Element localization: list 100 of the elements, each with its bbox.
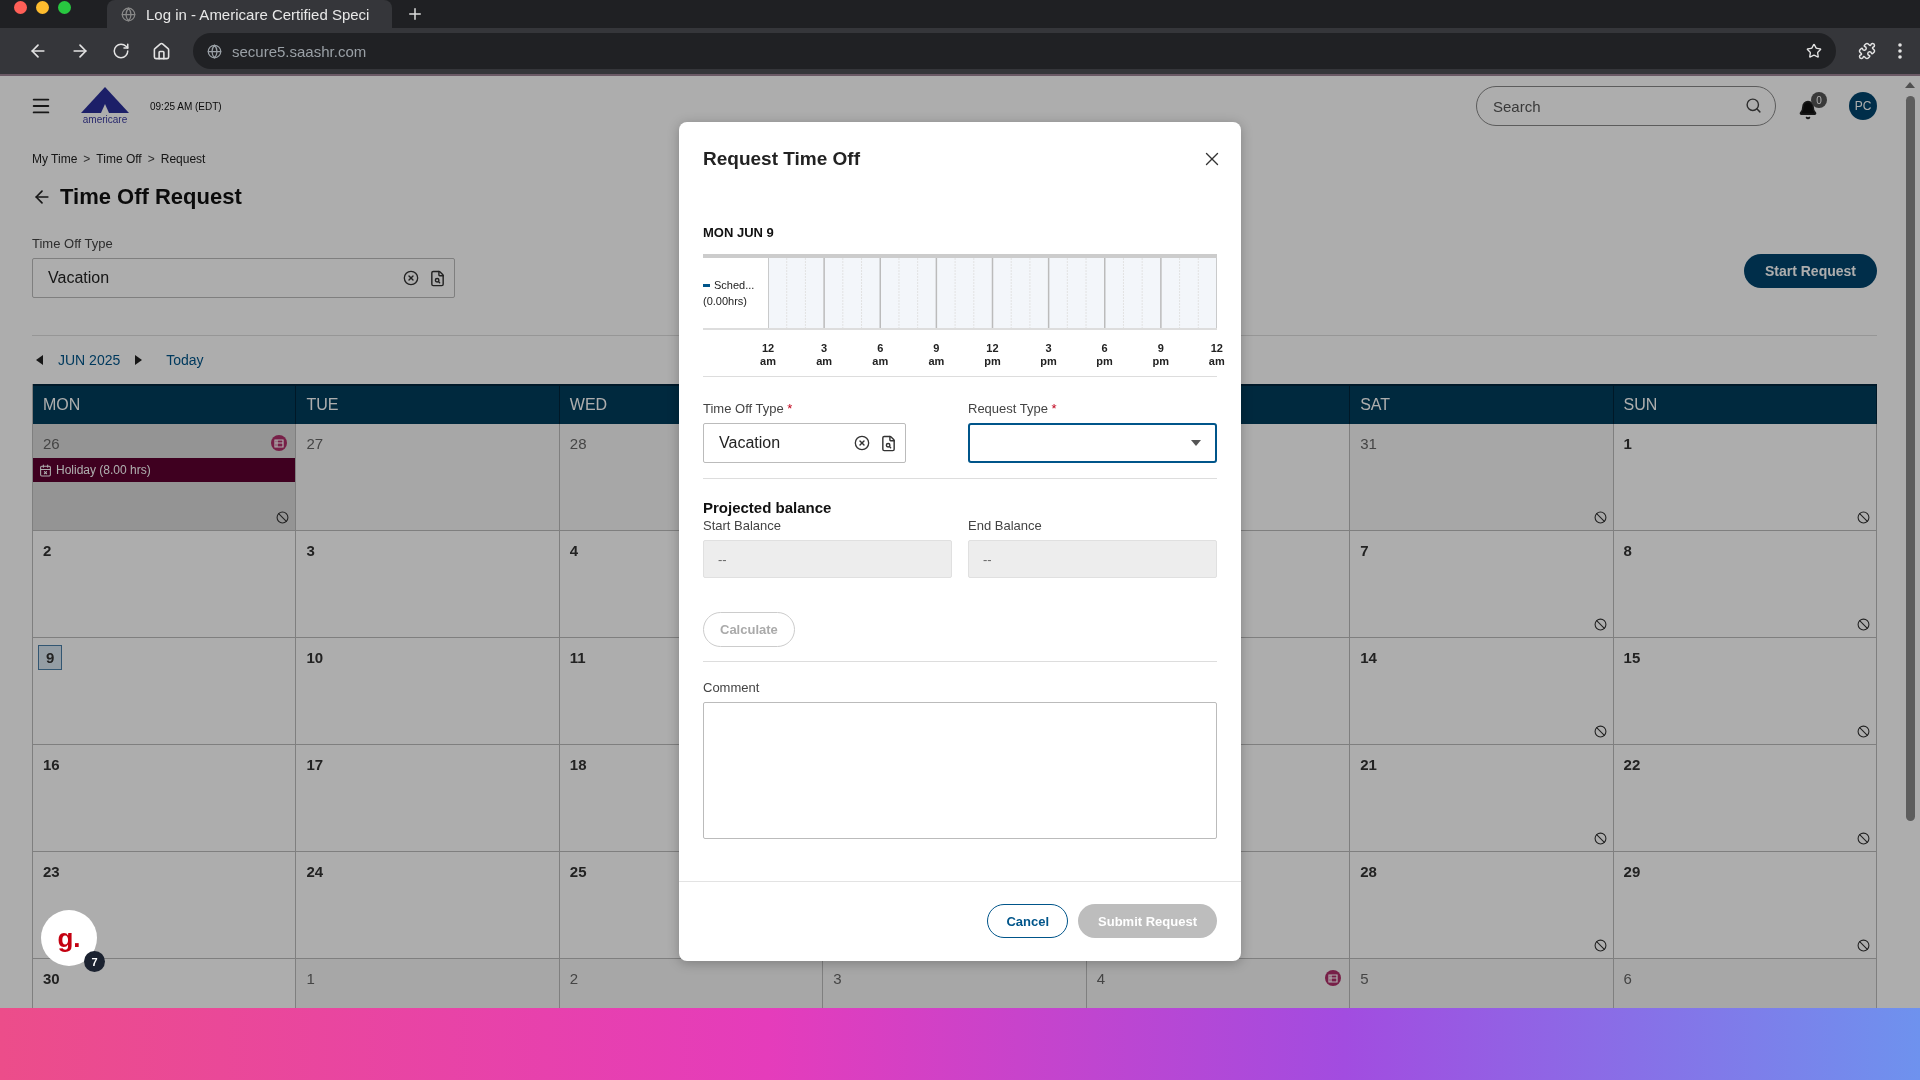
field-label: Request Type * (968, 401, 1058, 416)
time-tick-label: 9 am (927, 342, 946, 368)
close-window-button[interactable] (14, 0, 27, 14)
day-number: 30 (43, 969, 60, 987)
time-tick-label: 12 am (1207, 342, 1226, 368)
globe-icon (207, 43, 222, 59)
clear-icon[interactable] (854, 435, 870, 451)
day-number: 18 (569, 755, 587, 773)
day-number: 31 (1360, 434, 1377, 452)
bell-icon (1798, 100, 1818, 120)
day-number: 5 (1360, 969, 1369, 987)
search-icon[interactable] (1745, 97, 1762, 114)
breadcrumb-separator: > (147, 152, 155, 166)
day-number: 2 (569, 969, 579, 987)
date-heading: MON JUN 9 (703, 225, 775, 240)
next-month-button[interactable] (134, 355, 143, 365)
time-tick-label: 12 pm (983, 342, 1002, 368)
day-number: 26 (43, 434, 60, 452)
end-balance-field: -- (968, 540, 1217, 578)
start-balance-field: -- (703, 540, 952, 578)
legend-swatch-icon (703, 283, 710, 287)
weekday-label: MON (43, 396, 81, 414)
event-bar[interactable]: Holiday (8.00 hrs) (33, 458, 296, 482)
reload-icon (112, 42, 130, 60)
weekday-label: TUE (306, 396, 339, 414)
cancel-button[interactable]: Cancel (987, 904, 1069, 938)
logo-text: americare (82, 114, 128, 125)
notification-count: 0 (1811, 92, 1827, 108)
time-tick-label: 9 pm (1151, 342, 1170, 368)
day-number: 27 (306, 434, 324, 452)
notifications-button[interactable]: 0 (1798, 92, 1827, 120)
day-number: 8 (1623, 541, 1632, 559)
breadcrumb-link[interactable]: Time Off (96, 152, 142, 166)
zoom-window-button[interactable] (58, 0, 71, 14)
browser-tab[interactable]: Log in - Americare Certified Speci (107, 0, 392, 28)
day-number: 21 (1360, 755, 1377, 773)
weekday-label: WED (569, 396, 608, 414)
field-label: End Balance (968, 518, 1043, 533)
field-label: Time Off Type * (703, 401, 794, 416)
reload-button[interactable] (112, 42, 130, 60)
field-label: Comment (703, 680, 761, 695)
request-type-select[interactable] (968, 423, 1217, 463)
day-number: 11 (569, 648, 586, 666)
day-number: 3 (306, 541, 315, 559)
day-number: 22 (1623, 755, 1641, 773)
today-link[interactable]: Today (166, 352, 204, 368)
lookup-icon[interactable] (880, 434, 897, 452)
user-avatar[interactable]: PC (1849, 92, 1877, 120)
search-field[interactable]: Search (1476, 86, 1776, 126)
day-number: 3 (833, 969, 842, 987)
breadcrumb-link[interactable]: Request (160, 152, 206, 166)
day-number: 29 (1623, 862, 1641, 880)
lookup-field[interactable]: Vacation (703, 423, 906, 463)
day-number: 10 (306, 648, 324, 666)
company-logo (81, 87, 129, 113)
start-request-button[interactable]: Start Request (1743, 254, 1877, 288)
clear-icon[interactable] (403, 270, 419, 286)
weekday-label: SUN (1623, 396, 1658, 414)
hours-text: (0.00hrs) (703, 295, 749, 307)
day-number: 23 (43, 862, 60, 880)
clock-text: 09:25 AM (EDT) (150, 100, 222, 112)
day-number: 28 (1360, 862, 1377, 880)
dropdown-caret-icon (1191, 440, 1201, 446)
kebab-menu-icon (1898, 43, 1902, 59)
day-number: 24 (306, 862, 324, 880)
new-tab-button[interactable] (406, 5, 424, 23)
month-link[interactable]: JUN 2025 (58, 352, 121, 368)
puzzle-icon (1858, 42, 1876, 60)
address-bar[interactable]: secure5.saashr.com (193, 33, 1836, 69)
scroll-up-arrow-icon[interactable] (1905, 82, 1915, 88)
lookup-field[interactable]: Vacation (32, 258, 455, 298)
time-tick-label: 6 am (871, 342, 890, 368)
day-number: 25 (569, 862, 587, 880)
browser-menu-button[interactable] (1898, 43, 1902, 59)
globe-icon (121, 6, 136, 22)
page-title: Time Off Request (60, 184, 242, 210)
day-number: 1 (1623, 434, 1632, 452)
home-icon (152, 41, 171, 61)
time-tick-label: 3 am (815, 342, 834, 368)
section-heading: Projected balance (703, 499, 833, 516)
time-tick-label: 3 pm (1039, 342, 1058, 368)
lookup-icon[interactable] (429, 269, 446, 287)
day-number: 1 (306, 969, 315, 987)
calendar-icon (39, 463, 52, 477)
comment-field[interactable] (703, 702, 1217, 839)
dialog-title: Request Time Off (703, 148, 860, 170)
minimize-window-button[interactable] (36, 0, 49, 14)
day-number: 14 (1360, 648, 1377, 666)
day-number: 4 (569, 541, 579, 559)
extensions-button[interactable] (1858, 42, 1876, 60)
breadcrumb-link[interactable]: My Time (32, 152, 78, 166)
bookmark-star-icon[interactable] (1806, 43, 1822, 59)
field-label: Time Off Type (32, 236, 114, 251)
day-number: 17 (306, 755, 324, 773)
legend-text: Sched... (714, 279, 755, 291)
previous-month-button[interactable] (36, 355, 44, 365)
home-button[interactable] (152, 41, 171, 61)
day-number: 7 (1360, 541, 1369, 559)
day-number: 28 (569, 434, 587, 452)
day-number: 15 (1623, 648, 1641, 666)
